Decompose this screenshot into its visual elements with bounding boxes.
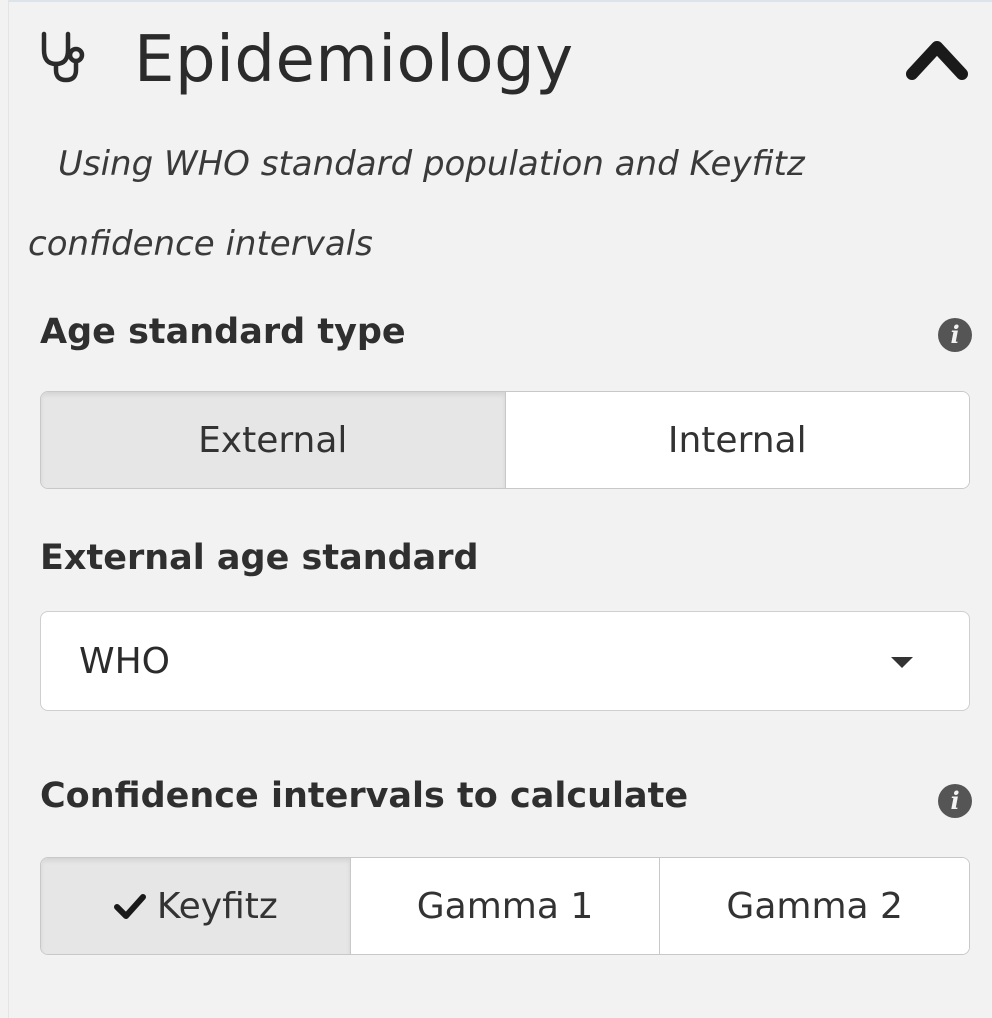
option-keyfitz-button[interactable]: Keyfitz [41, 858, 350, 954]
chevron-up-icon[interactable] [902, 32, 972, 86]
panel-title: Epidemiology [134, 23, 574, 97]
option-gamma2-button[interactable]: Gamma 2 [659, 858, 969, 954]
info-circle-icon[interactable]: i [938, 318, 972, 352]
option-gamma1-button[interactable]: Gamma 1 [349, 858, 660, 954]
panel-subtitle: Using WHO standard population and Keyfit… [28, 144, 805, 264]
confidence-intervals-label: Confidence intervals to calculate [40, 776, 689, 816]
confidence-intervals-toggle: Keyfitz Gamma 1 Gamma 2 [40, 857, 970, 955]
stethoscope-icon [41, 31, 85, 83]
age-standard-type-label: Age standard type [40, 312, 406, 352]
age-standard-type-toggle: External Internal [40, 391, 970, 489]
option-keyfitz-label: Keyfitz [156, 885, 278, 927]
external-age-standard-label: External age standard [40, 538, 479, 578]
option-gamma1-label: Gamma 1 [416, 885, 594, 927]
option-gamma2-label: Gamma 2 [726, 885, 903, 927]
option-external-label: External [198, 419, 348, 461]
external-age-standard-select[interactable]: WHO [40, 611, 970, 711]
option-external-button[interactable]: External [41, 392, 505, 488]
epidemiology-panel: Epidemiology Using WHO standard populati… [0, 0, 992, 1018]
caret-down-icon [891, 657, 913, 668]
panel-header[interactable]: Epidemiology [38, 22, 972, 102]
option-internal-label: Internal [667, 419, 807, 461]
option-internal-button[interactable]: Internal [504, 392, 969, 488]
check-icon [113, 894, 146, 919]
info-circle-icon[interactable]: i [938, 784, 972, 818]
select-value: WHO [79, 641, 171, 682]
